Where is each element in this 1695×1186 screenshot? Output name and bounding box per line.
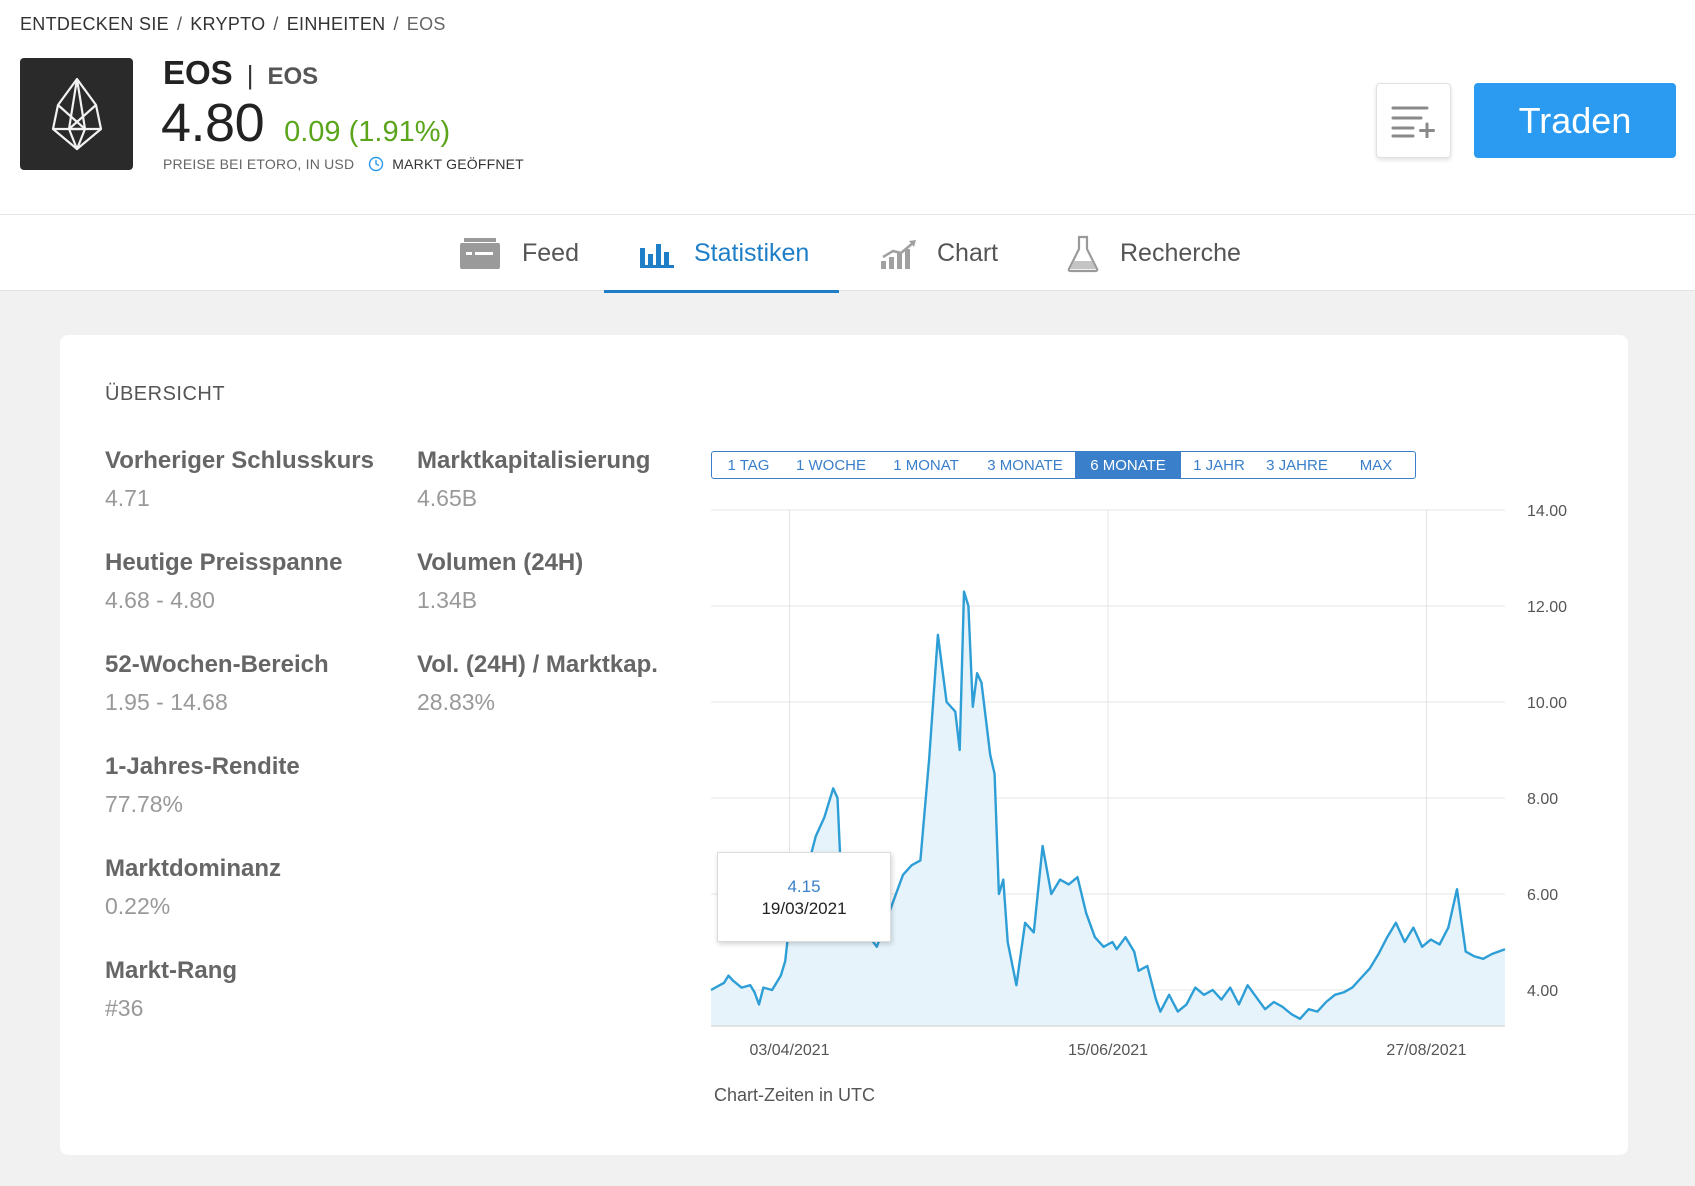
y-tick-label: 4.00 <box>1527 983 1558 1000</box>
price-chart[interactable]: 14.00 12.00 10.00 8.00 6.00 4.00 03/04/2021 15… <box>0 0 1695 1186</box>
y-tick-label: 10.00 <box>1527 695 1567 712</box>
y-axis: 14.00 12.00 10.00 8.00 6.00 4.00 <box>1527 503 1567 1000</box>
x-axis: 03/04/2021 15/06/2021 27/08/2021 <box>711 1025 1505 1059</box>
chart-tooltip: 4.15 19/03/2021 <box>717 852 891 942</box>
chart-timezone-note: Chart-Zeiten in UTC <box>714 1085 876 1105</box>
tooltip-date: 19/03/2021 <box>761 899 847 918</box>
y-tick-label: 14.00 <box>1527 503 1567 520</box>
y-tick-label: 8.00 <box>1527 791 1558 808</box>
y-tick-label: 6.00 <box>1527 887 1558 904</box>
x-tick-label: 15/06/2021 <box>1068 1042 1148 1059</box>
tooltip-value: 4.15 <box>787 877 821 896</box>
y-tick-label: 12.00 <box>1527 599 1567 616</box>
x-tick-label: 03/04/2021 <box>749 1042 829 1059</box>
x-tick-label: 27/08/2021 <box>1386 1042 1466 1059</box>
